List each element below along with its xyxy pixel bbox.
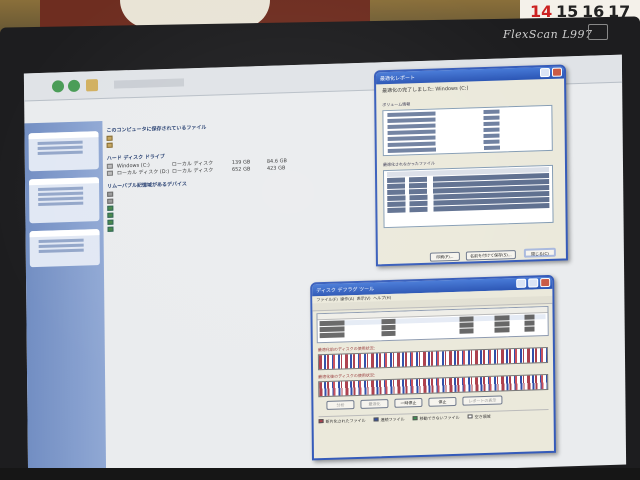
drive-type: ローカル ディスク: [171, 167, 214, 175]
monitor-logo-icon: [588, 24, 608, 40]
back-icon[interactable]: [51, 80, 65, 93]
fragment-heading: 最適化されなかったファイル: [382, 160, 435, 168]
drive-total: 652 GB: [231, 165, 251, 173]
legend-item: 移動できないファイル: [412, 414, 460, 421]
menu-help[interactable]: ヘルプ(H): [373, 295, 391, 301]
drive-free: 423 GB: [266, 164, 286, 172]
view-report-button[interactable]: レポートの表示: [462, 395, 503, 406]
defrag-report-dialog: 最適化レポート 最適化の完了しました: Windows (C:) ボリューム情報…: [373, 64, 568, 267]
explorer-content: このコンピュータに保存されているファイル ハード ディスク ドライブ Windo…: [106, 112, 387, 233]
folder-up-icon[interactable]: [85, 79, 99, 92]
legend-item: 断片化されたファイル: [318, 417, 366, 424]
volume-table[interactable]: [316, 305, 549, 344]
pause-button[interactable]: 一時停止: [394, 397, 423, 408]
monitor-brand: FlexScan L997: [503, 28, 593, 41]
stop-button[interactable]: 停止: [428, 396, 457, 407]
analyze-button[interactable]: 分析: [326, 400, 355, 410]
drive-name: ローカル ディスク (D:): [116, 168, 170, 177]
system-tasks-panel: [28, 131, 99, 172]
drive-icon: [107, 226, 114, 232]
forward-icon[interactable]: [67, 79, 81, 93]
legend-item: 空き領域: [467, 413, 491, 420]
print-button[interactable]: 印刷(P)...: [429, 251, 460, 262]
drive-icon: [107, 198, 114, 204]
drive-free: 84.6 GB: [266, 157, 287, 165]
legend: 断片化されたファイル 連続ファイル 移動できないファイル 空き領域: [318, 408, 549, 427]
drive-total: 139 GB: [231, 158, 251, 166]
save-as-button[interactable]: 名前を付けて保存(S)...: [465, 250, 516, 261]
address-bar[interactable]: [113, 78, 185, 89]
close-icon[interactable]: [540, 277, 551, 288]
drive-icon: [107, 212, 114, 218]
close-icon[interactable]: [551, 67, 563, 77]
menu-view[interactable]: 表示(V): [357, 296, 371, 301]
volume-info-heading: ボリューム情報: [382, 101, 411, 108]
monitor-screen: このコンピュータに保存されているファイル ハード ディスク ドライブ Windo…: [23, 54, 627, 480]
drive-icon: [106, 170, 113, 176]
menu-file[interactable]: ファイル(F): [316, 297, 337, 303]
fragmented-files-list[interactable]: [382, 164, 554, 229]
menu-action[interactable]: 操作(A): [340, 296, 354, 301]
explorer-task-pane: [24, 120, 107, 480]
drive-icon: [107, 219, 114, 225]
drive-icon: [107, 205, 114, 211]
drive-icon: [106, 163, 113, 169]
monitor-bottom-bezel: [0, 468, 640, 480]
other-places-panel: [28, 177, 100, 224]
folder-icon: [106, 135, 113, 141]
details-panel: [29, 229, 100, 268]
minimize-icon[interactable]: [516, 278, 527, 288]
photo-scene: 14 15 16 17 FlexScan L997 このコンピュータに保存されて…: [0, 0, 640, 480]
maximize-icon[interactable]: [528, 278, 539, 288]
folder-icon: [106, 142, 113, 148]
legend-item: 連続ファイル: [373, 416, 405, 423]
defrag-button[interactable]: 最適化: [360, 399, 389, 409]
close-button[interactable]: 閉じる(C): [523, 247, 556, 258]
drive-icon: [107, 191, 114, 197]
disk-defragmenter-window: ディスク デフラグ ツール ファイル(F) 操作(A) 表示(V) ヘルプ(H)…: [310, 274, 556, 461]
volume-info-list[interactable]: [382, 104, 553, 157]
help-icon[interactable]: [539, 67, 551, 78]
